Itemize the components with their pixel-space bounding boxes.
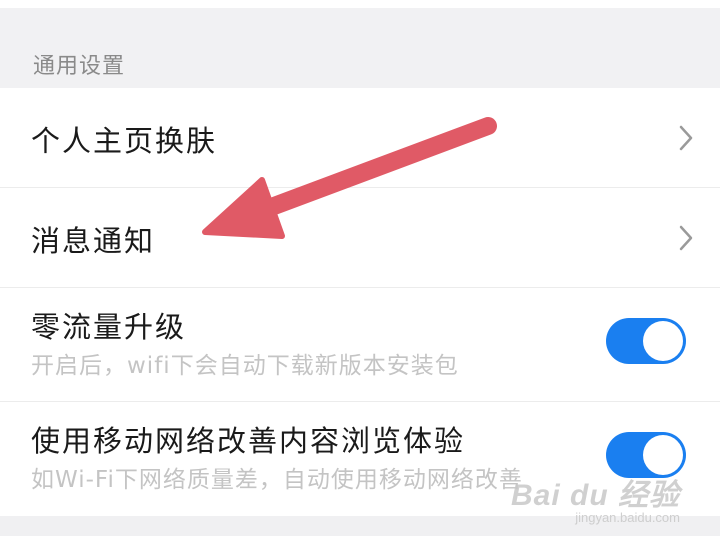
settings-item-label: 个人主页换肤 — [31, 124, 218, 158]
chevron-right-icon — [679, 225, 693, 251]
toggle-knob — [643, 321, 683, 361]
settings-item-description: 如Wi-Fi下网络质量差，自动使用移动网络改善 — [31, 467, 523, 493]
settings-list: 个人主页换肤 消息通知 零流量升级 开启后，wifi下会自动下载新版本安装包 使… — [0, 88, 720, 520]
settings-page: 通用设置 个人主页换肤 消息通知 零流量升级 开启后，wifi下会自动下载新版本… — [0, 0, 720, 536]
settings-item-description: 开启后，wifi下会自动下载新版本安装包 — [31, 353, 459, 379]
settings-item-zero-data-upgrade: 零流量升级 开启后，wifi下会自动下载新版本安装包 — [0, 288, 720, 402]
chevron-right-icon — [679, 125, 693, 151]
section-header: 通用设置 — [0, 8, 720, 88]
settings-item-notifications[interactable]: 消息通知 — [0, 188, 720, 288]
baidu-jingyan-watermark: Bai du 经验 jingyan.baidu.com — [511, 470, 680, 525]
toggle-knob — [643, 435, 683, 475]
settings-item-label: 使用移动网络改善内容浏览体验 — [31, 424, 466, 458]
settings-item-label: 消息通知 — [31, 224, 156, 258]
settings-item-label: 零流量升级 — [31, 310, 187, 344]
section-title: 通用设置 — [33, 54, 126, 79]
watermark-logo: Bai du 经验 — [510, 479, 680, 512]
top-strip — [0, 0, 720, 8]
settings-item-skin[interactable]: 个人主页换肤 — [0, 88, 720, 188]
zero-data-upgrade-toggle[interactable] — [606, 318, 686, 364]
